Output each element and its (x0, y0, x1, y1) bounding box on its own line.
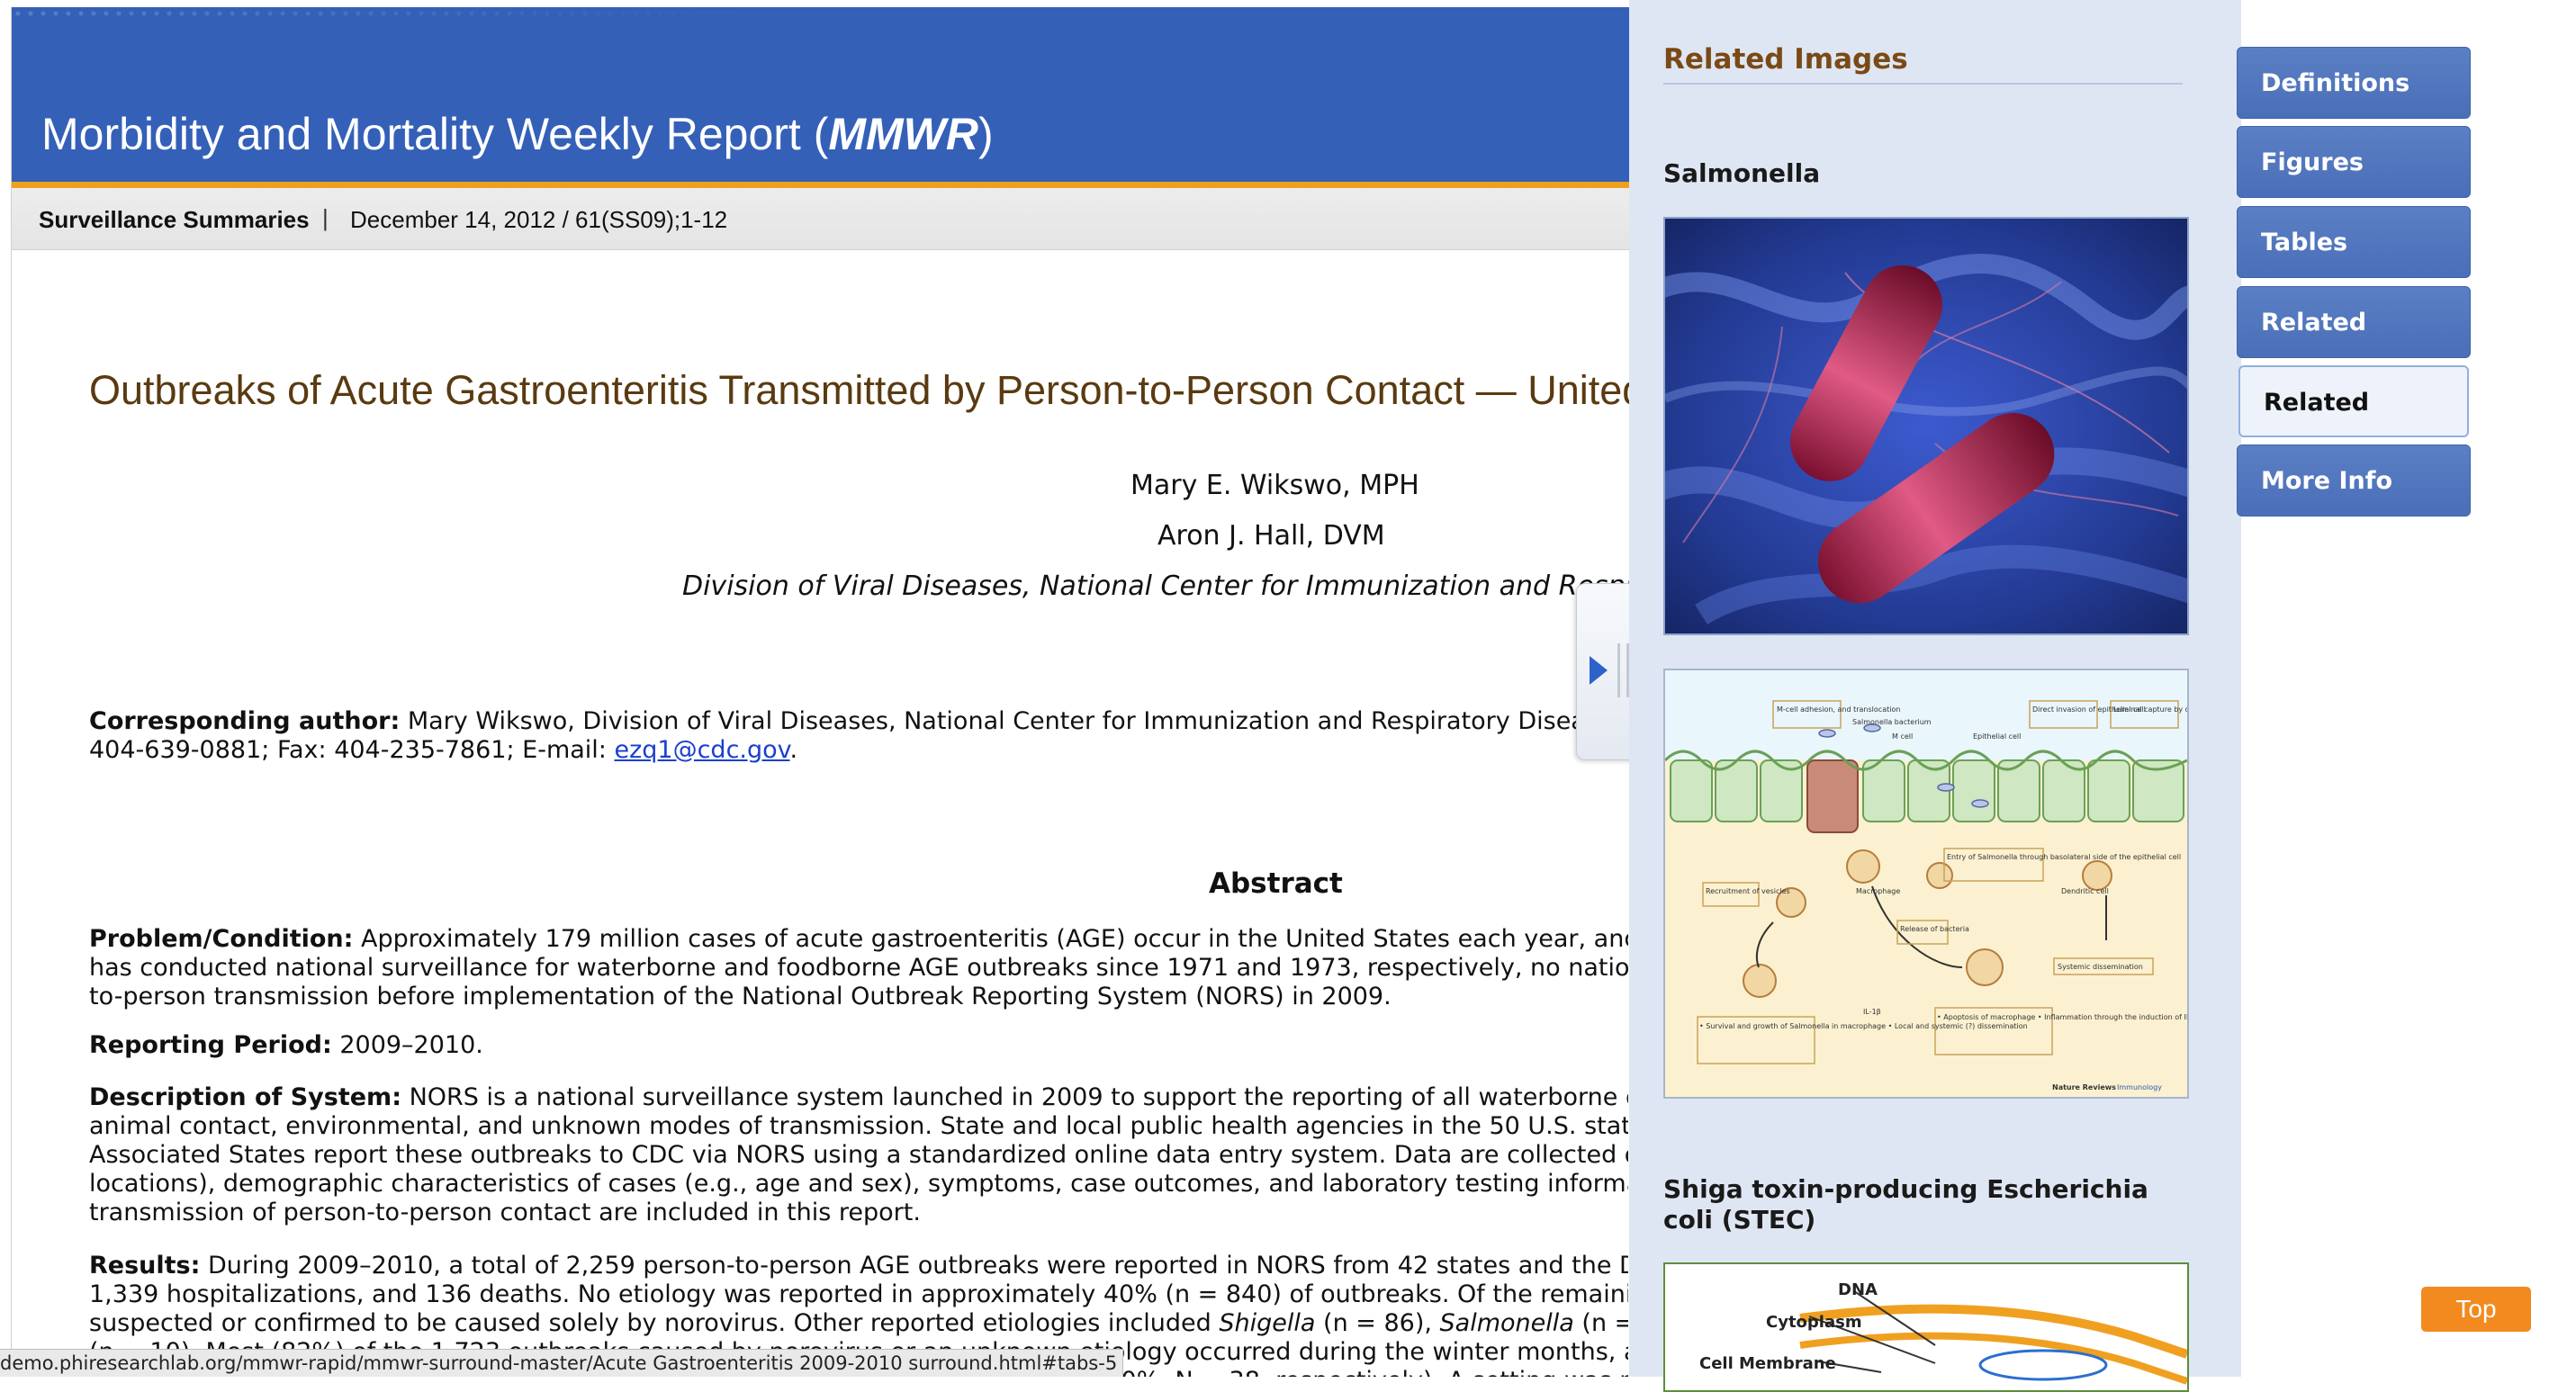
email-link[interactable]: ezq1@cdc.gov (614, 736, 789, 764)
section-label: Results: (89, 1252, 201, 1280)
stec-label-membrane: Cell Membrane (1699, 1354, 1836, 1373)
diagram-credit-section: Immunology (2117, 1083, 2162, 1091)
diagram-label: IL-1β (1863, 1008, 1881, 1016)
section-label: Problem/Condition: (89, 925, 354, 953)
corresponding-period: . (789, 736, 798, 764)
stec-label-cytoplasm: Cytoplasm (1766, 1313, 1862, 1332)
paragraph-line: (n = 86), (1315, 1309, 1440, 1337)
related-images-panel: Related Images Salmonella M-cell adhesio… (1629, 0, 2241, 1392)
paragraph-line: animal contact, environmental, and unkno… (89, 1112, 1628, 1140)
panel-title: Related Images (1663, 43, 1908, 76)
diagram-label: Dendritic cell (2061, 887, 2109, 895)
author-name: Aron J. Hall, DVM (1157, 520, 1385, 552)
accent-rule (12, 182, 1630, 188)
paragraph-line: 2009–2010. (331, 1031, 483, 1059)
section-label: Reporting Period: (89, 1031, 332, 1059)
corresponding-author: Corresponding author: Mary Wikswo, Divis… (89, 707, 1628, 765)
diagram-label: Release of bacteria (1900, 925, 1969, 933)
paragraph-line: Associated States report these outbreaks… (89, 1141, 1628, 1169)
diagram-label: M cell (1892, 732, 1913, 741)
image-heading: Shiga toxin-producing Escherichia coli (… (1663, 1174, 2148, 1235)
organism-name: Shigella (1219, 1309, 1316, 1337)
masthead-abbrev: MMWR (828, 109, 978, 159)
masthead-suffix: ) (977, 109, 994, 159)
citation-date: December 14, 2012 / 61(SS09);1-12 (350, 206, 728, 233)
image-heading: Salmonella (1663, 158, 1821, 188)
nav-tables-button[interactable]: Tables (2237, 206, 2471, 278)
stec-cell-diagram-image[interactable]: DNA Cytoplasm Cell Membrane (1663, 1262, 2189, 1392)
expand-arrow-icon (1590, 656, 1608, 685)
citation-separator: | (322, 204, 329, 231)
stec-label-dna: DNA (1838, 1280, 1878, 1299)
salmonella-pathogenesis-diagram-image[interactable]: M-cell adhesion, and translocation Salmo… (1663, 669, 2189, 1099)
paragraph-line: has conducted national surveillance for … (89, 954, 1628, 982)
salmonella-micrograph-graphic (1665, 219, 2187, 633)
diagram-credit-journal: Nature Reviews (2052, 1083, 2116, 1091)
paragraph-line: locations), demographic characteristics … (89, 1170, 1628, 1198)
nav-related-images-button[interactable]: Related Images (2238, 365, 2469, 489)
diagram-label: Macrophage (1856, 887, 1900, 895)
abstract-problem: Problem/Condition: Approximately 179 mil… (89, 925, 1628, 1011)
organism-name: Salmonella (1439, 1309, 1574, 1337)
panel-toggle-handle[interactable] (1576, 583, 1630, 760)
diagram-label: • Apoptosis of macrophage • Inflammation… (1937, 1013, 2187, 1021)
corresponding-text: Mary Wikswo, Division of Viral Diseases,… (400, 707, 1628, 735)
paragraph-line: 1,339 hospitalizations, and 136 deaths. … (89, 1280, 1628, 1308)
diagram-label: Systemic dissemination (2058, 963, 2143, 971)
abstract-heading: Abstract (1209, 867, 1343, 900)
paragraph-line: NORS is a national surveillance system l… (401, 1083, 1628, 1111)
diagram-label: Recruitment of vesicles (1706, 887, 1790, 895)
nav-figures-button[interactable]: Figures (2237, 126, 2471, 198)
nav-related-articles-button[interactable]: Related Articles (2237, 286, 2471, 409)
paragraph-line: During 2009–2010, a total of 2,259 perso… (200, 1252, 1628, 1280)
salmonella-micrograph-image[interactable] (1663, 217, 2189, 635)
paragraph-line: Approximately 179 million cases of acute… (353, 925, 1628, 953)
series-link[interactable]: Surveillance Summaries (39, 206, 310, 234)
section-label: Description of System: (89, 1083, 401, 1111)
diagram-label: Epithelial cell (1973, 732, 2021, 741)
article-title: Outbreaks of Acute Gastroenteritis Trans… (89, 367, 1630, 413)
author-name: Mary E. Wikswo, MPH (1130, 470, 1419, 501)
paragraph-line: suspected or confirmed to be caused sole… (89, 1309, 1220, 1337)
corresponding-contact: 404-639-0881; Fax: 404-235-7861; E-mail: (89, 736, 615, 764)
panel-divider (1663, 83, 2183, 85)
nav-definitions-button[interactable]: Definitions (2237, 47, 2471, 119)
paragraph-line: (n = 16), (1581, 1309, 1628, 1337)
diagram-label: • Survival and growth of Salmonella in m… (1699, 1022, 2028, 1030)
diagram-label: Luminal capture by dendritic cells (2113, 705, 2187, 714)
paragraph-line: transmission of person-to-person contact… (89, 1199, 921, 1226)
paragraph-line: to-person transmission before implementa… (89, 983, 1392, 1010)
nav-more-info-button[interactable]: More Info (2237, 445, 2471, 516)
pathogenesis-diagram-graphic: M-cell adhesion, and translocation Salmo… (1665, 670, 2187, 1097)
masthead-prefix: Morbidity and Mortality Weekly Report ( (41, 109, 829, 159)
stec-diagram-graphic: DNA Cytoplasm Cell Membrane (1665, 1264, 2187, 1390)
banner-dot-pattern (12, 7, 1630, 106)
article-pane: Morbidity and Mortality Weekly Report (M… (11, 7, 1630, 1377)
corresponding-label: Corresponding author: (89, 707, 401, 735)
browser-status-url: demo.phiresearchlab.org/mmwr-rapid/mmwr-… (0, 1349, 1124, 1377)
author-affiliation: Division of Viral Diseases, National Cen… (682, 570, 1630, 602)
grip-icon (1617, 643, 1620, 697)
diagram-label: Entry of Salmonella through basolateral … (1947, 853, 2181, 861)
abstract-period: Reporting Period: 2009–2010. (89, 1031, 1628, 1060)
masthead-title[interactable]: Morbidity and Mortality Weekly Report (M… (41, 108, 994, 160)
diagram-label: M-cell adhesion, and translocation (1777, 705, 1900, 714)
citation-bar: Surveillance Summaries | December 14, 20… (12, 188, 1630, 250)
diagram-label: Salmonella bacterium (1852, 718, 1932, 726)
back-to-top-button[interactable]: Top (2421, 1287, 2531, 1332)
abstract-description: Description of System: NORS is a nationa… (89, 1083, 1628, 1227)
